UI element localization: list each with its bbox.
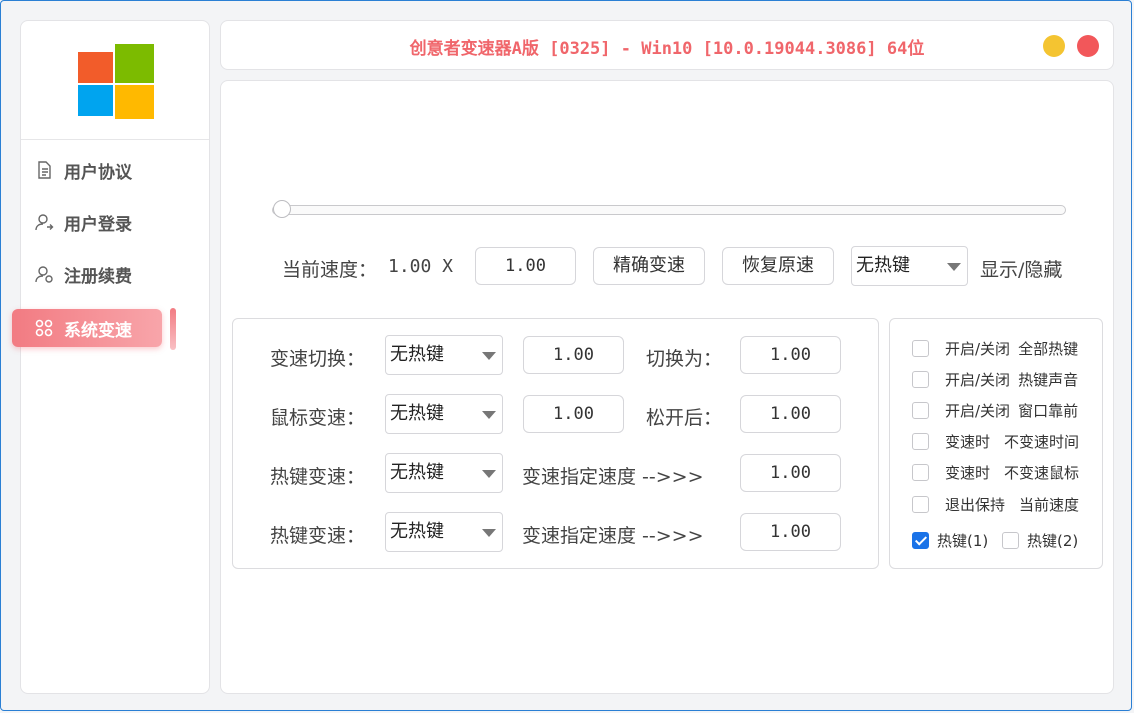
windows-logo-icon	[78, 44, 154, 119]
logo-area	[21, 21, 209, 140]
switch-to-label: 切换为：	[646, 348, 723, 370]
current-speed-label: 当前速度：	[282, 259, 378, 281]
sidebar-item-user-login[interactable]: 用户登录	[12, 203, 162, 241]
option-no-speed-mouse[interactable]: 变速时 不变速鼠标	[912, 462, 1079, 482]
hotkey-speed-select-2[interactable]: 无热键	[385, 512, 503, 552]
option-toggle-all-hotkeys[interactable]: 开启/关闭 全部热键	[912, 338, 1078, 358]
checkbox-checked[interactable]	[912, 531, 929, 549]
mouse-speed-label: 鼠标变速：	[270, 407, 366, 429]
switch-to-input[interactable]: 1.00	[740, 336, 841, 374]
minimize-button[interactable]	[1043, 35, 1065, 57]
option-no-speed-time[interactable]: 变速时 不变速时间	[912, 431, 1079, 451]
current-speed-value: 1.00 X	[388, 256, 454, 277]
checkbox[interactable]	[1002, 531, 1019, 549]
after-release-input[interactable]: 1.00	[740, 395, 841, 433]
chevron-down-icon	[482, 411, 496, 419]
option-hotkey-2[interactable]: 热键(2)	[1002, 530, 1078, 550]
specified-speed-input-2[interactable]: 1.00	[740, 513, 841, 551]
sidebar-item-label: 系统变速	[64, 320, 132, 341]
checkbox[interactable]	[912, 339, 929, 357]
option-keep-speed-on-exit[interactable]: 退出保持 当前速度	[912, 494, 1079, 514]
precise-speed-button[interactable]: 精确变速	[593, 247, 705, 285]
sidebar	[20, 20, 210, 694]
select-value: 无热键	[390, 521, 444, 542]
active-indicator	[170, 308, 176, 350]
restore-speed-button[interactable]: 恢复原速	[722, 247, 834, 285]
checkbox[interactable]	[912, 401, 929, 419]
speed-switch-hotkey-select[interactable]: 无热键	[385, 335, 503, 375]
after-release-label: 松开后：	[646, 407, 723, 429]
speed-switch-label: 变速切换：	[270, 348, 366, 370]
close-button[interactable]	[1077, 35, 1099, 57]
specified-speed-input-1[interactable]: 1.00	[740, 454, 841, 492]
document-icon	[34, 160, 54, 180]
show-hide-label: 显示/隐藏	[980, 259, 1063, 281]
sidebar-item-label: 注册续费	[64, 266, 132, 287]
mouse-speed-hotkey-select[interactable]: 无热键	[385, 394, 503, 434]
select-value: 无热键	[390, 403, 444, 424]
user-renew-icon	[34, 264, 54, 284]
speed-slider-thumb[interactable]	[273, 200, 291, 218]
sidebar-item-label: 用户登录	[64, 214, 132, 235]
show-hide-hotkey-select[interactable]: 无热键	[851, 246, 968, 286]
checkbox[interactable]	[912, 495, 929, 513]
select-value: 无热键	[390, 344, 444, 365]
checkbox[interactable]	[912, 463, 929, 481]
option-hotkey-1[interactable]: 热键(1)	[912, 530, 988, 550]
chevron-down-icon	[482, 529, 496, 537]
sidebar-item-user-agreement[interactable]: 用户协议	[12, 151, 162, 189]
checkbox[interactable]	[912, 370, 929, 388]
option-toggle-window-topmost[interactable]: 开启/关闭 窗口靠前	[912, 400, 1078, 420]
hotkey-speed-label-1: 热键变速：	[270, 466, 366, 488]
checkbox[interactable]	[912, 432, 929, 450]
sidebar-item-register-renew[interactable]: 注册续费	[12, 255, 162, 293]
chevron-down-icon	[482, 352, 496, 360]
chevron-down-icon	[947, 263, 961, 271]
speed-slider-track[interactable]	[272, 205, 1066, 215]
hotkey-speed-label-2: 热键变速：	[270, 525, 366, 547]
title-bar: 创意者变速器A版 [0325] - Win10 [10.0.19044.3086…	[220, 20, 1114, 70]
user-login-icon	[34, 212, 54, 232]
option-toggle-hotkey-sound[interactable]: 开启/关闭 热键声音	[912, 369, 1078, 389]
grid-icon	[34, 318, 54, 338]
select-value: 无热键	[856, 255, 910, 276]
sidebar-item-label: 用户协议	[64, 162, 132, 183]
window-title: 创意者变速器A版 [0325] - Win10 [10.0.19044.3086…	[409, 39, 925, 59]
sidebar-item-system-speed[interactable]: 系统变速	[12, 309, 162, 347]
chevron-down-icon	[482, 470, 496, 478]
select-value: 无热键	[390, 462, 444, 483]
speed-switch-input[interactable]: 1.00	[523, 336, 624, 374]
hotkey-speed-select-1[interactable]: 无热键	[385, 453, 503, 493]
speed-input[interactable]: 1.00	[475, 247, 576, 285]
specified-speed-label-2: 变速指定速度 -->>>	[522, 525, 704, 547]
mouse-speed-input[interactable]: 1.00	[523, 395, 624, 433]
specified-speed-label-1: 变速指定速度 -->>>	[522, 466, 704, 488]
